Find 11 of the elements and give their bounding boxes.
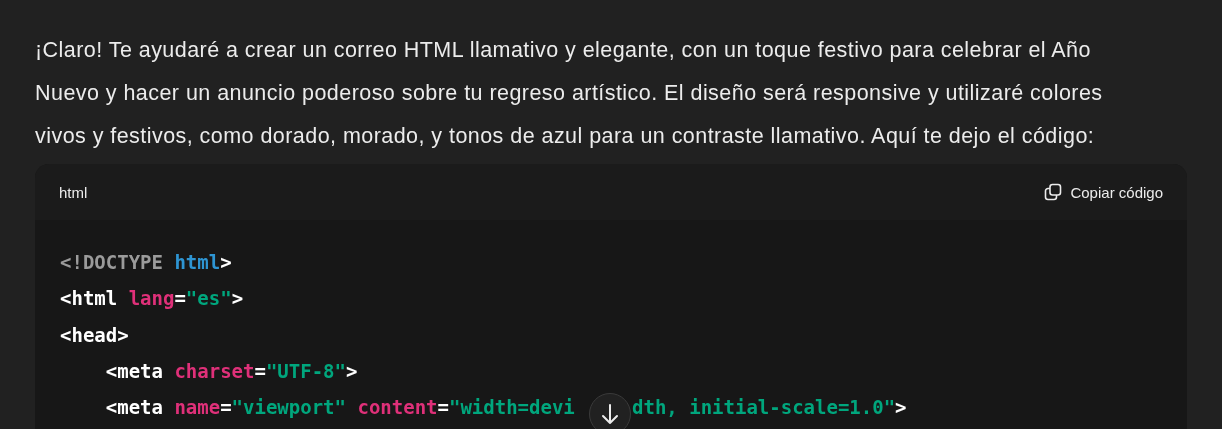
code-text: <html lang="es"> — [60, 286, 244, 312]
code-text: <!DOCTYPE html> — [60, 250, 232, 275]
code-text: <head> — [60, 322, 129, 348]
message-text: ¡Claro! Te ayudaré a crear un correo HTML llamativo y elegante, con un toque festivo para celebrar el Año Nuevo y hacer un anuncio poderoso sobre tu regreso artístico. El diseño será responsive y utilizaré colores vivos y festivos, como dorado, morado, y tonos de azul para un contraste llamativo. Aquí te dejo el código: — [34, 37, 1104, 150]
code-language-label: html — [59, 183, 88, 201]
code-text: dth, initial-scale=1.0"> — [632, 395, 907, 421]
copy-icon — [1044, 183, 1063, 201]
code-text: <meta name="viewport" content="width=devi — [105, 395, 575, 421]
code-text: <meta charset="UTF-8"> — [105, 358, 358, 384]
arrow-down-icon — [600, 403, 620, 425]
copy-code-button[interactable]: Copiar código — [1044, 183, 1163, 201]
